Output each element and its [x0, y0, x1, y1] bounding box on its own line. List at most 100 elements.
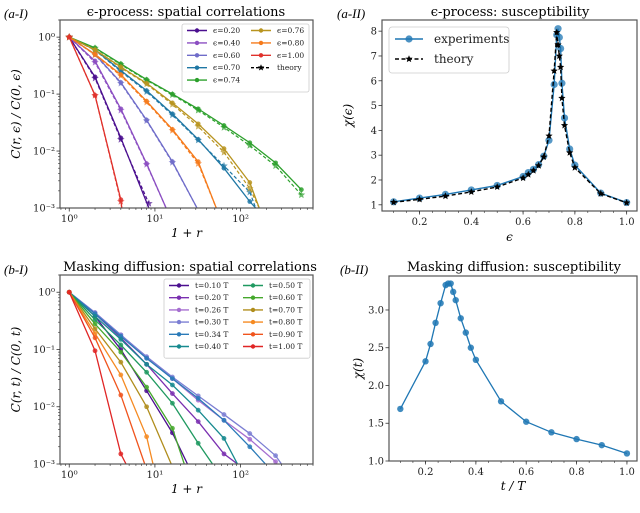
- data-point: [545, 136, 553, 144]
- data-point: [170, 391, 175, 396]
- y-axis-label: χ(t): [351, 357, 365, 380]
- legend-label: t=0.60 T: [269, 293, 302, 302]
- theory-line: [68, 36, 198, 208]
- y-tick-label: 10⁰: [38, 33, 55, 44]
- x-axis-label: 1 + r: [171, 482, 203, 496]
- figure: (a-I) ϵ-process: spatial correlations 10⁰ 1…: [4, 5, 638, 496]
- series-line: [399, 282, 628, 455]
- y-axis-label: χ(ϵ): [341, 104, 355, 129]
- data-point: [452, 296, 459, 304]
- plot-frame: [388, 275, 638, 462]
- y-tick-label: 1.5: [368, 419, 384, 430]
- x-tick-label: 0.4: [463, 217, 479, 228]
- theory-point-star: [297, 190, 306, 199]
- chart-panel-a1: (a-I) ϵ-process: spatial correlations 10⁰ 1…: [4, 5, 314, 240]
- y-axis-label: C(r, ϵ) / C(0, ϵ): [9, 69, 23, 159]
- y-tick-label: 10⁻¹: [33, 345, 55, 356]
- chart-panel-b1: (b-I) Masking diffusion: spatial correlat…: [4, 260, 317, 496]
- x-tick-label: 10¹: [147, 214, 164, 225]
- theory-point-star: [142, 160, 151, 168]
- legend-label: t=0.20 T: [195, 293, 228, 302]
- legend-label: theory: [277, 63, 302, 72]
- series-line: [68, 36, 198, 208]
- data-point: [598, 441, 605, 449]
- y-tick-label: 4: [371, 126, 377, 137]
- y-tick-label: 10⁻²: [33, 147, 55, 158]
- data-point: [247, 431, 253, 436]
- data-point: [221, 451, 227, 457]
- data-point: [118, 451, 124, 457]
- y-tick-label: 8: [371, 27, 377, 38]
- legend-marker-icon: [176, 295, 182, 300]
- theory-point-star: [117, 106, 125, 114]
- legend-marker-icon: [194, 40, 200, 46]
- legend-marker-icon: [176, 283, 182, 288]
- data-point: [550, 80, 558, 89]
- legend-marker-icon: [258, 40, 264, 46]
- series-susceptibility: [397, 280, 631, 457]
- legend-label: ϵ=0.80: [277, 38, 304, 47]
- data-point: [170, 400, 175, 406]
- data-point: [170, 376, 175, 382]
- x-tick-label: 10²: [232, 214, 249, 225]
- data-point: [447, 280, 454, 287]
- data-point-star: [560, 121, 569, 129]
- x-axis-label: 1 + r: [171, 226, 203, 240]
- legend-label: t=0.90 T: [269, 330, 302, 339]
- legend: t=0.10 T t=0.20 T t=0.26 T t=0.30 T t=0.34 T…: [163, 278, 311, 359]
- legend: ϵ=0.20 ϵ=0.40 ϵ=0.60 ϵ=0.70 ϵ=0.74 ϵ=0.76 ϵ=0.…: [181, 23, 310, 93]
- data-point: [450, 288, 457, 296]
- data-point-star: [558, 94, 566, 102]
- y-axis-label: C(r, t) / C(0, t): [9, 326, 23, 412]
- data-point: [548, 429, 555, 436]
- data-point: [118, 372, 124, 378]
- x-tick-label: 0.6: [515, 217, 531, 228]
- data-point: [623, 450, 631, 457]
- legend-label: experiments: [434, 32, 509, 46]
- data-point: [195, 440, 201, 446]
- data-point: [573, 435, 580, 443]
- data-point: [144, 404, 150, 410]
- data-point: [118, 349, 124, 355]
- legend-marker-icon: [194, 28, 200, 33]
- legend-label: t=0.34 T: [195, 330, 228, 339]
- theory-point-star: [91, 74, 99, 82]
- legend-label: t=1.00 T: [269, 342, 302, 351]
- chart-title: Masking diffusion: spatial correlations: [63, 260, 317, 275]
- y-tick-label: 10⁻³: [33, 460, 55, 471]
- x-tick-label: 0.6: [518, 467, 534, 478]
- theory-point-star: [117, 135, 125, 143]
- panel-label: (b-I): [4, 262, 28, 277]
- legend-marker-icon: [250, 319, 256, 325]
- legend-label: ϵ=0.20: [213, 26, 240, 35]
- legend-label: t=0.80 T: [269, 318, 302, 327]
- data-point: [467, 344, 475, 351]
- data-point: [144, 369, 150, 375]
- data-point: [247, 436, 253, 442]
- data-point: [170, 425, 175, 431]
- y-tick-label: 1: [371, 200, 377, 211]
- x-tick-label: 10²: [232, 470, 249, 481]
- chart-title: Masking diffusion: susceptibility: [407, 260, 622, 275]
- x-tick-label: 10⁰: [61, 214, 78, 225]
- panel-label: (a-I): [4, 6, 28, 21]
- data-point: [195, 407, 201, 413]
- data-point: [273, 453, 278, 459]
- x-tick-label: 0.8: [569, 467, 585, 478]
- legend-marker-icon: [250, 307, 256, 313]
- data-point: [457, 315, 464, 322]
- data-point: [437, 299, 444, 307]
- data-point: [247, 180, 253, 185]
- data-point: [427, 340, 434, 348]
- legend-label: t=0.50 T: [269, 281, 302, 290]
- panel-label: (a-II): [337, 6, 365, 21]
- legend-marker-icon: [258, 53, 264, 58]
- legend: experiments theory: [388, 26, 509, 74]
- y-tick-label: 5: [371, 101, 377, 112]
- legend-marker-icon: [258, 28, 264, 33]
- data-point: [560, 114, 569, 122]
- data-point: [432, 319, 439, 327]
- legend-marker-icon: [250, 332, 256, 337]
- data-point: [397, 405, 404, 413]
- y-tick-label: 3: [371, 151, 377, 162]
